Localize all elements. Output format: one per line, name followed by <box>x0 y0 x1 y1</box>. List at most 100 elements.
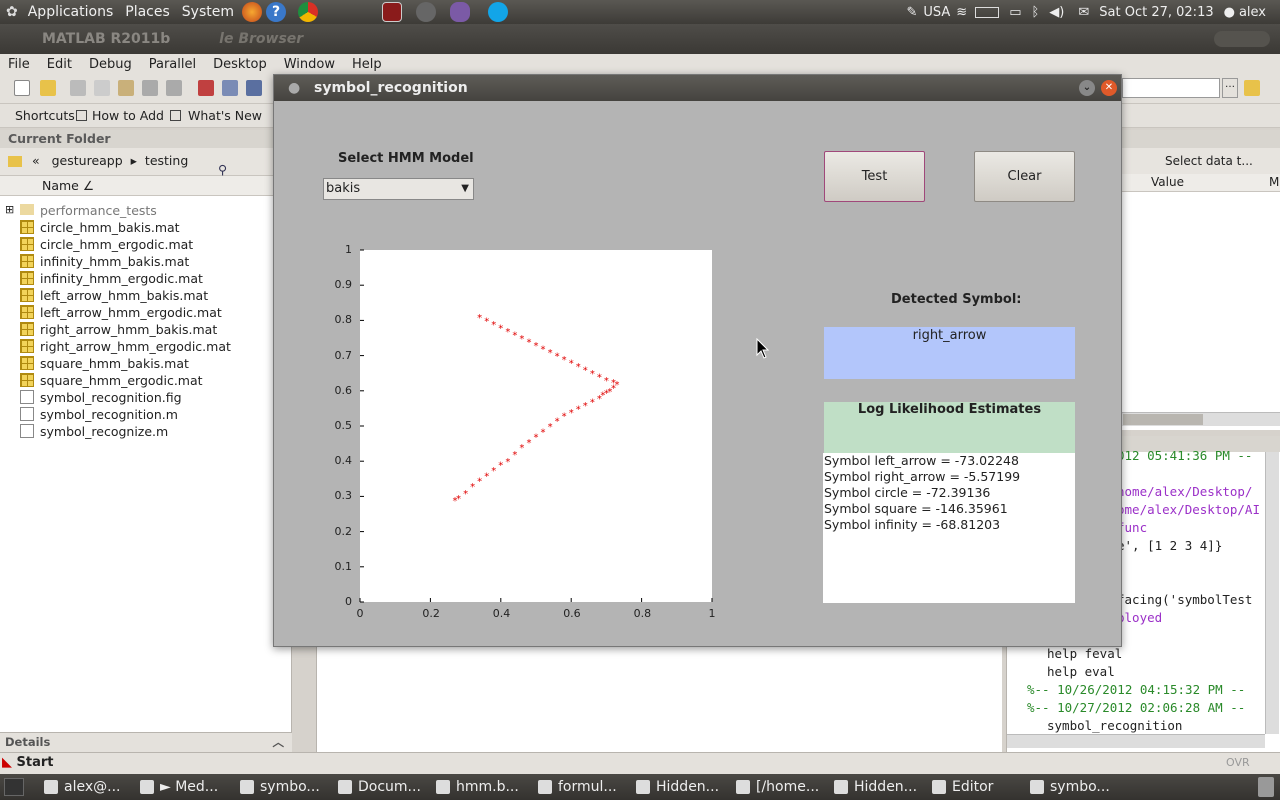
menu-places[interactable]: Places <box>119 4 176 20</box>
history-line[interactable]: 012 05:41:36 PM -- <box>1117 448 1252 463</box>
minimize-button[interactable]: ⌄ <box>1079 80 1095 96</box>
value-column-header[interactable]: Value <box>1151 175 1184 189</box>
undo-icon[interactable] <box>142 80 158 96</box>
history-line[interactable]: e', [1 2 3 4]} <box>1117 538 1222 553</box>
history-line[interactable]: %-- 10/26/2012 04:15:32 PM -- <box>1027 682 1245 697</box>
select-data-dropdown[interactable]: Select data t... <box>1143 151 1267 171</box>
plot-axes[interactable]: * * * * * * * * * * * * * * * * * * * * * * * * * * * * * * * * * * * * * * * *… <box>359 249 713 603</box>
estimate-item[interactable]: Symbol infinity = -68.81203 <box>824 517 1075 533</box>
taskbar-item[interactable]: symbo... <box>1030 777 1110 797</box>
search-icon[interactable]: ⚲ <box>218 157 227 183</box>
redo-icon[interactable] <box>166 80 182 96</box>
menu-window[interactable]: Window <box>276 57 344 72</box>
menu-parallel[interactable]: Parallel <box>141 57 205 72</box>
file-item[interactable]: infinity_hmm_ergodic.mat <box>40 270 203 287</box>
estimate-item[interactable]: Symbol circle = -72.39136 <box>824 485 1075 501</box>
browse-button[interactable]: … <box>1222 78 1238 98</box>
file-item[interactable]: symbol_recognition.m <box>40 406 178 423</box>
menu-system[interactable]: System <box>176 4 240 20</box>
history-hscroll[interactable] <box>1007 734 1265 748</box>
command-window-area[interactable] <box>316 646 1002 752</box>
history-line[interactable]: facing('symbolTest <box>1117 592 1252 607</box>
edit-icon[interactable]: ✎ <box>906 5 917 20</box>
folder-item[interactable]: performance_tests <box>40 202 157 219</box>
taskbar-item[interactable]: [/home... <box>736 777 819 797</box>
trash-icon[interactable] <box>1258 777 1274 797</box>
bluetooth-icon[interactable]: ᛒ <box>1031 5 1039 20</box>
wifi-icon[interactable]: ≋ <box>956 5 967 20</box>
skype-icon[interactable] <box>488 2 508 22</box>
volume-icon[interactable]: ◀) <box>1049 5 1064 20</box>
file-item[interactable]: left_arrow_hmm_ergodic.mat <box>40 304 222 321</box>
clock[interactable]: Sat Oct 27, 02:13 <box>1099 5 1213 20</box>
close-button[interactable]: ✕ <box>1101 80 1117 96</box>
start-button[interactable]: ◣ Start <box>2 755 54 770</box>
firefox-icon[interactable] <box>242 2 262 22</box>
m-column-header[interactable]: M <box>1269 175 1279 189</box>
taskbar-item[interactable]: symbo... <box>240 777 320 797</box>
chevron-up-icon[interactable]: ︿ <box>273 733 285 751</box>
estimates-listbox[interactable]: Symbol left_arrow = -73.02248 Symbol rig… <box>823 453 1075 603</box>
menu-edit[interactable]: Edit <box>39 57 81 72</box>
terminal-icon[interactable] <box>382 2 402 22</box>
clear-button[interactable]: Clear <box>974 151 1075 202</box>
details-panel[interactable]: Details ︿ <box>0 732 292 752</box>
menu-help[interactable]: Help <box>344 57 391 72</box>
open-folder-icon[interactable] <box>40 80 56 96</box>
path-gestureapp[interactable]: gestureapp <box>52 153 123 168</box>
ubuntu-logo-icon[interactable]: ✿ <box>6 4 18 20</box>
battery-icon[interactable] <box>975 6 1000 18</box>
file-item[interactable]: circle_hmm_ergodic.mat <box>40 236 193 253</box>
folder-path[interactable]: « gestureapp ▸ testing ⚲ <box>0 148 291 177</box>
expand-icon[interactable]: ⊞ <box>5 203 14 216</box>
cut-icon[interactable] <box>70 80 86 96</box>
file-item[interactable]: left_arrow_hmm_bakis.mat <box>40 287 208 304</box>
history-line[interactable]: symbol_recognition <box>1047 718 1182 733</box>
simulink-icon[interactable] <box>198 80 214 96</box>
history-line[interactable]: ployed <box>1117 610 1162 625</box>
taskbar-item[interactable]: formul... <box>538 777 617 797</box>
name-column-header[interactable]: Name ∠ <box>0 176 291 196</box>
path-overflow[interactable]: « <box>32 153 40 168</box>
window-buttons[interactable] <box>1214 31 1270 47</box>
estimate-item[interactable]: Symbol left_arrow = -73.02248 <box>824 453 1075 469</box>
taskbar-item[interactable]: alex@... <box>44 777 120 797</box>
history-line[interactable]: help feval <box>1047 646 1122 661</box>
taskbar-item[interactable]: Docum... <box>338 777 421 797</box>
taskbar-item[interactable]: hmm.b... <box>436 777 519 797</box>
window-menu-icon[interactable]: ● <box>288 75 300 101</box>
file-item[interactable]: symbol_recognize.m <box>40 423 168 440</box>
new-file-icon[interactable] <box>14 80 30 96</box>
history-line[interactable]: ome/alex/Desktop/AI <box>1117 502 1260 517</box>
menu-applications[interactable]: Applications <box>22 4 120 20</box>
user-name[interactable]: alex <box>1239 5 1266 20</box>
paste-icon[interactable] <box>118 80 134 96</box>
path-testing[interactable]: testing <box>145 153 188 168</box>
whats-new-link[interactable]: What's New <box>188 108 262 123</box>
keyboard-layout[interactable]: USA <box>923 5 950 20</box>
profiler-icon[interactable] <box>246 80 262 96</box>
file-item[interactable]: infinity_hmm_bakis.mat <box>40 253 189 270</box>
test-button[interactable]: Test <box>824 151 925 202</box>
help-icon[interactable]: ? <box>266 2 286 22</box>
current-dir-dropdown[interactable] <box>1122 78 1220 98</box>
shortcuts-label[interactable]: Shortcuts <box>15 108 75 123</box>
history-vscroll[interactable] <box>1265 452 1279 734</box>
file-item[interactable]: symbol_recognition.fig <box>40 389 182 406</box>
taskbar-item[interactable]: Editor <box>932 777 993 797</box>
file-item[interactable]: square_hmm_ergodic.mat <box>40 372 203 389</box>
estimate-item[interactable]: Symbol square = -146.35961 <box>824 501 1075 517</box>
scroll-thumb[interactable] <box>1123 414 1203 425</box>
taskbar-item[interactable]: ► Med... <box>140 777 218 797</box>
guide-icon[interactable] <box>222 80 238 96</box>
history-line[interactable]: home/alex/Desktop/ <box>1117 484 1252 499</box>
pidgin-icon[interactable] <box>450 2 470 22</box>
menu-debug[interactable]: Debug <box>81 57 141 72</box>
taskbar-item[interactable]: Hidden... <box>636 777 719 797</box>
menu-desktop[interactable]: Desktop <box>205 57 276 72</box>
file-item[interactable]: right_arrow_hmm_ergodic.mat <box>40 338 231 355</box>
taskbar-item[interactable]: Hidden... <box>834 777 917 797</box>
file-item[interactable]: circle_hmm_bakis.mat <box>40 219 180 236</box>
estimate-item[interactable]: Symbol right_arrow = -5.57199 <box>824 469 1075 485</box>
app-a-icon[interactable] <box>416 2 436 22</box>
